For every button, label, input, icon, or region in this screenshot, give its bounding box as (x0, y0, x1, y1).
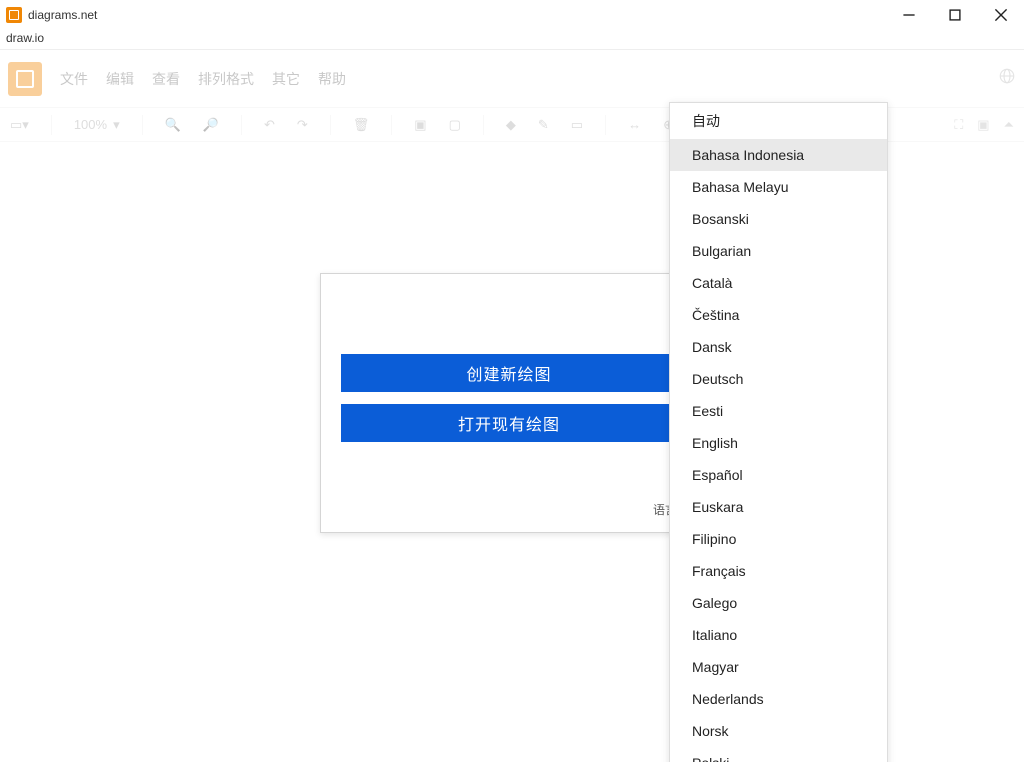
window-minimize-button[interactable] (886, 0, 932, 30)
language-option[interactable]: Bahasa Indonesia (670, 139, 887, 171)
chevron-down-icon: ▾ (113, 117, 120, 133)
language-option[interactable]: Italiano (670, 619, 887, 651)
language-dropdown: 自动Bahasa IndonesiaBahasa MelayuBosanskiB… (669, 102, 888, 762)
start-dialog: 创建新绘图 打开现有绘图 语言 (320, 273, 698, 533)
language-option[interactable]: Eesti (670, 395, 887, 427)
fill-color-icon[interactable]: ◆ (506, 117, 516, 133)
page-view-icon[interactable]: ▭▾ (10, 117, 29, 133)
shadow-icon[interactable]: ▭ (571, 117, 583, 133)
language-option[interactable]: Deutsch (670, 363, 887, 395)
toolbar-separator (330, 115, 331, 135)
language-option[interactable]: Bosanski (670, 203, 887, 235)
menu-view[interactable]: 查看 (152, 69, 180, 89)
language-option[interactable]: Bulgarian (670, 235, 887, 267)
window-maximize-button[interactable] (932, 0, 978, 30)
menubar: 文件 编辑 查看 排列格式 其它 帮助 (60, 69, 346, 89)
language-option[interactable]: Français (670, 555, 887, 587)
toolbar-separator (51, 115, 52, 135)
zoom-in-icon[interactable]: 🔍 (165, 117, 181, 133)
window-title: diagrams.net (28, 8, 97, 22)
zoom-value[interactable]: 100% (74, 117, 107, 132)
toolbar-separator (605, 115, 606, 135)
collapse-icon[interactable]: ⏶ (1004, 117, 1014, 133)
toolbar-separator (241, 115, 242, 135)
language-globe-icon[interactable] (998, 67, 1016, 90)
language-option[interactable]: Nederlands (670, 683, 887, 715)
menu-arrange[interactable]: 排列格式 (198, 69, 254, 89)
delete-icon[interactable]: 🗑 (353, 117, 370, 133)
language-option[interactable]: Čeština (670, 299, 887, 331)
language-option[interactable]: Norsk (670, 715, 887, 747)
language-option[interactable]: Magyar (670, 651, 887, 683)
format-panel-icon[interactable]: ▣ (977, 117, 989, 133)
menu-help[interactable]: 帮助 (318, 69, 346, 89)
app-logo (8, 62, 42, 96)
language-option[interactable]: English (670, 427, 887, 459)
language-list[interactable]: 自动Bahasa IndonesiaBahasa MelayuBosanskiB… (670, 103, 887, 762)
language-option[interactable]: Dansk (670, 331, 887, 363)
toolbar-separator (142, 115, 143, 135)
language-option[interactable]: Bahasa Melayu (670, 171, 887, 203)
language-option[interactable]: Català (670, 267, 887, 299)
zoom-out-icon[interactable]: 🔎 (203, 117, 219, 133)
toolbar-separator (483, 115, 484, 135)
open-existing-diagram-button[interactable]: 打开现有绘图 (341, 404, 677, 442)
fullscreen-icon[interactable]: ⛶ (954, 117, 963, 133)
menu-extras[interactable]: 其它 (272, 69, 300, 89)
connection-icon[interactable]: ↔ (628, 117, 641, 132)
language-option[interactable]: Español (670, 459, 887, 491)
line-color-icon[interactable]: ✎ (538, 117, 549, 133)
window-close-button[interactable] (978, 0, 1024, 30)
language-option[interactable]: Euskara (670, 491, 887, 523)
to-front-icon[interactable]: ▣ (414, 117, 426, 133)
undo-icon[interactable]: ↶ (264, 117, 275, 133)
redo-icon[interactable]: ↷ (297, 117, 308, 133)
document-name: draw.io (0, 30, 1024, 49)
create-new-diagram-button[interactable]: 创建新绘图 (341, 354, 677, 392)
language-option[interactable]: 自动 (670, 103, 887, 139)
menu-file[interactable]: 文件 (60, 69, 88, 89)
app-header: 文件 编辑 查看 排列格式 其它 帮助 (0, 50, 1024, 108)
language-option[interactable]: Galego (670, 587, 887, 619)
to-back-icon[interactable]: ▢ (449, 117, 461, 133)
language-option[interactable]: Polski (670, 747, 887, 762)
toolbar-separator (391, 115, 392, 135)
menu-edit[interactable]: 编辑 (106, 69, 134, 89)
language-option[interactable]: Filipino (670, 523, 887, 555)
window-titlebar: diagrams.net (0, 0, 1024, 30)
app-icon (6, 7, 22, 23)
